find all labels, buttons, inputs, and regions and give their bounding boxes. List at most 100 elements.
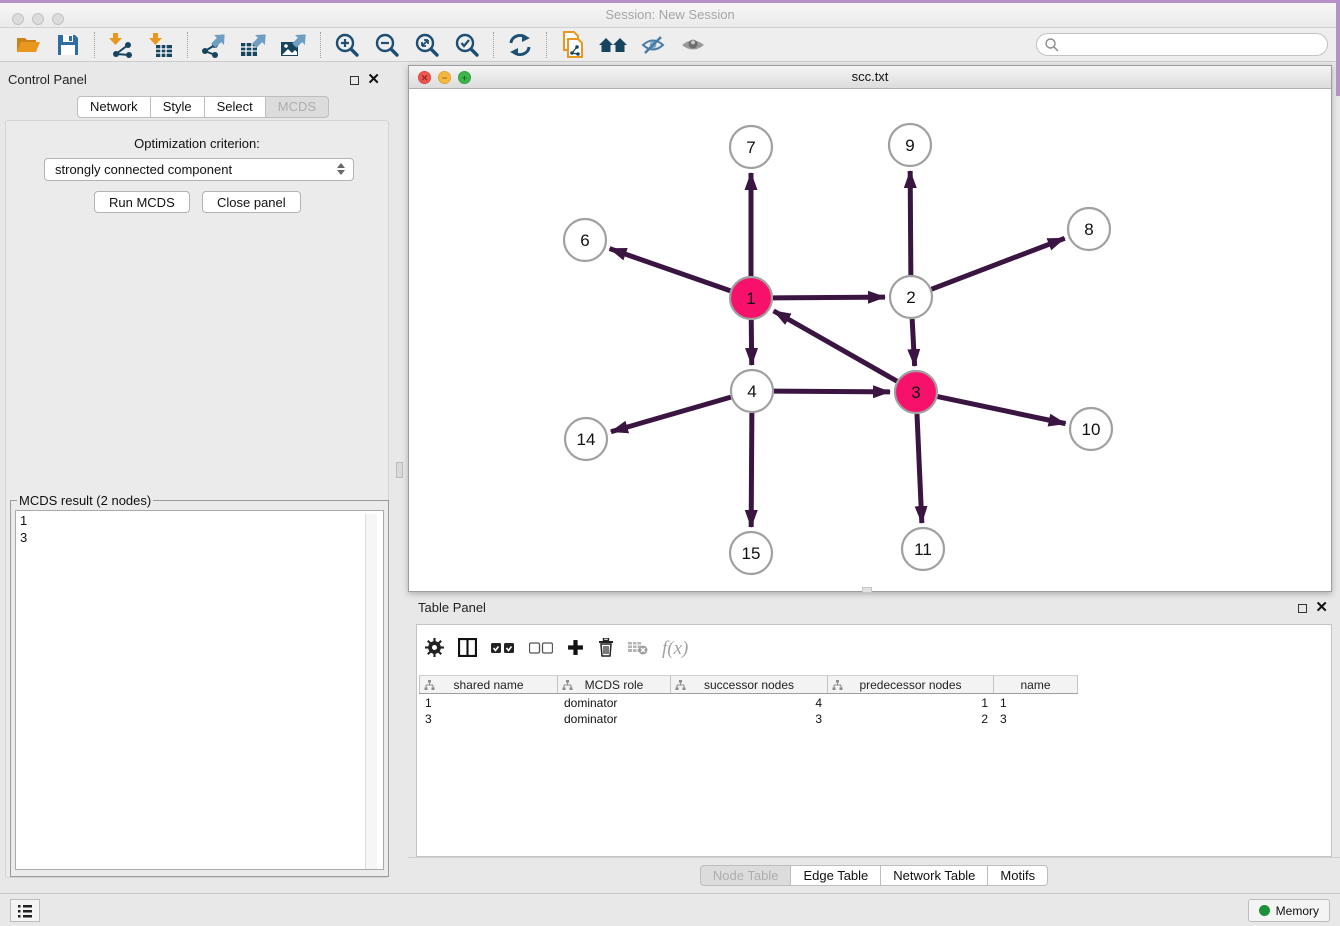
cell-MCDS-role[interactable]: dominator <box>558 695 671 711</box>
edge-2-9[interactable] <box>910 171 911 275</box>
column-header-successor-nodes[interactable]: successor nodes <box>671 676 828 693</box>
column-header-predecessor-nodes[interactable]: predecessor nodes <box>828 676 994 693</box>
open-session-button[interactable] <box>8 30 48 60</box>
close-window-icon[interactable] <box>12 13 24 25</box>
create-column-button[interactable] <box>567 639 584 659</box>
float-panel-icon[interactable] <box>350 76 359 85</box>
cell-shared-name[interactable]: 1 <box>419 695 558 711</box>
table-row-0[interactable]: 1dominator411 <box>419 695 1078 711</box>
edge-4-15[interactable] <box>751 413 752 527</box>
network-canvas[interactable]: 1234678910111415 <box>409 89 1331 591</box>
zoom-window-icon[interactable] <box>52 13 64 25</box>
zoom-fit-button[interactable] <box>407 30 447 60</box>
tab-motifs[interactable]: Motifs <box>988 865 1048 886</box>
tab-network-table[interactable]: Network Table <box>881 865 988 886</box>
edge-1-2[interactable] <box>773 297 885 298</box>
main-titlebar: Session: New Session <box>0 3 1340 28</box>
select-all-columns-button[interactable] <box>491 642 515 657</box>
save-session-button[interactable] <box>48 30 88 60</box>
table-tab-strip: Node Table Edge Table Network Table Moti… <box>408 857 1340 893</box>
criterion-value: strongly connected component <box>55 162 232 177</box>
close-table-panel-icon[interactable]: ✕ <box>1315 602 1328 614</box>
memory-button[interactable]: Memory <box>1248 899 1330 922</box>
table-tabs: Node Table Edge Table Network Table Moti… <box>700 865 1048 886</box>
column-header-MCDS-role[interactable]: MCDS role <box>558 676 671 693</box>
table-settings-button[interactable] <box>425 638 444 660</box>
hide-selected-button[interactable] <box>633 30 673 60</box>
export-table-icon <box>240 32 268 58</box>
edge-2-8[interactable] <box>932 238 1065 289</box>
tab-mcds[interactable]: MCDS <box>266 96 329 118</box>
cell-name[interactable]: 1 <box>994 695 1078 711</box>
export-network-button[interactable] <box>194 30 234 60</box>
edge-3-11[interactable] <box>917 414 922 523</box>
edge-3-1[interactable] <box>774 311 897 381</box>
delete-table-button[interactable] <box>628 640 648 658</box>
float-table-panel-icon[interactable] <box>1298 604 1307 613</box>
tab-network[interactable]: Network <box>77 96 151 118</box>
refresh-button[interactable] <box>500 30 540 60</box>
network-window-titlebar[interactable]: ✕ − + scc.txt <box>409 66 1331 89</box>
column-header-name[interactable]: name <box>994 676 1078 693</box>
column-label: successor nodes <box>704 678 794 692</box>
tab-edge-table[interactable]: Edge Table <box>791 865 881 886</box>
memory-label: Memory <box>1276 904 1319 918</box>
cell-MCDS-role[interactable]: dominator <box>558 711 671 727</box>
export-table-button[interactable] <box>234 30 274 60</box>
cell-predecessor-nodes[interactable]: 1 <box>828 695 994 711</box>
window-controls[interactable] <box>12 13 64 25</box>
table-panel-header: Table Panel ✕ <box>408 596 1340 622</box>
run-mcds-button[interactable]: Run MCDS <box>94 191 190 213</box>
cell-predecessor-nodes[interactable]: 2 <box>828 711 994 727</box>
cell-name[interactable]: 3 <box>994 711 1078 727</box>
network-bottom-handle[interactable] <box>862 587 872 593</box>
zoom-in-button[interactable] <box>327 30 367 60</box>
edge-4-3[interactable] <box>774 391 890 392</box>
close-network-icon[interactable]: ✕ <box>418 71 431 84</box>
home-button[interactable] <box>593 30 633 60</box>
toolbar-separator <box>94 32 95 58</box>
mcds-result-text[interactable]: 1 3 <box>15 510 384 870</box>
tab-select[interactable]: Select <box>205 96 266 118</box>
function-builder-button[interactable]: f(x) <box>662 638 688 660</box>
toggle-column-view-button[interactable] <box>458 638 477 660</box>
split-divider-handle[interactable] <box>396 462 403 478</box>
gear-icon <box>425 638 444 657</box>
optimization-criterion-label: Optimization criterion: <box>0 136 394 151</box>
deselect-all-columns-button[interactable] <box>529 642 553 657</box>
cell-successor-nodes[interactable]: 4 <box>671 695 828 711</box>
desktop-edge-right <box>1336 0 1340 96</box>
table-row-1[interactable]: 3dominator323 <box>419 711 1078 727</box>
zoom-out-button[interactable] <box>367 30 407 60</box>
cell-successor-nodes[interactable]: 3 <box>671 711 828 727</box>
table-rows: 1dominator4113dominator323 <box>419 695 1078 727</box>
tab-node-table[interactable]: Node Table <box>700 865 792 886</box>
close-panel-icon[interactable]: ✕ <box>367 74 380 86</box>
result-scrollbar[interactable] <box>365 514 377 870</box>
session-title: Session: New Session <box>0 3 1340 27</box>
minimize-network-icon[interactable]: − <box>438 71 451 84</box>
minimize-window-icon[interactable] <box>32 13 44 25</box>
node-label-15: 15 <box>742 544 761 563</box>
tab-style[interactable]: Style <box>151 96 205 118</box>
search-input[interactable] <box>1036 33 1328 56</box>
import-network-button[interactable] <box>101 30 141 60</box>
import-table-button[interactable] <box>141 30 181 60</box>
export-image-button[interactable] <box>274 30 314 60</box>
column-label: predecessor nodes <box>859 678 961 692</box>
show-all-button[interactable] <box>673 30 713 60</box>
edge-3-10[interactable] <box>938 397 1066 424</box>
close-panel-button[interactable]: Close panel <box>202 191 301 213</box>
delete-column-button[interactable] <box>598 638 614 660</box>
task-history-button[interactable] <box>10 899 40 922</box>
edge-4-14[interactable] <box>611 397 731 432</box>
cell-shared-name[interactable]: 3 <box>419 711 558 727</box>
edge-1-6[interactable] <box>610 249 731 291</box>
zoom-selected-button[interactable] <box>447 30 487 60</box>
column-header-shared-name[interactable]: shared name <box>419 676 558 693</box>
maximize-network-icon[interactable]: + <box>458 71 471 84</box>
edge-2-3[interactable] <box>912 319 914 366</box>
criterion-dropdown[interactable]: strongly connected component <box>44 158 354 181</box>
new-network-from-selection-button[interactable] <box>553 30 593 60</box>
table-panel-controls: ✕ <box>1298 602 1328 614</box>
